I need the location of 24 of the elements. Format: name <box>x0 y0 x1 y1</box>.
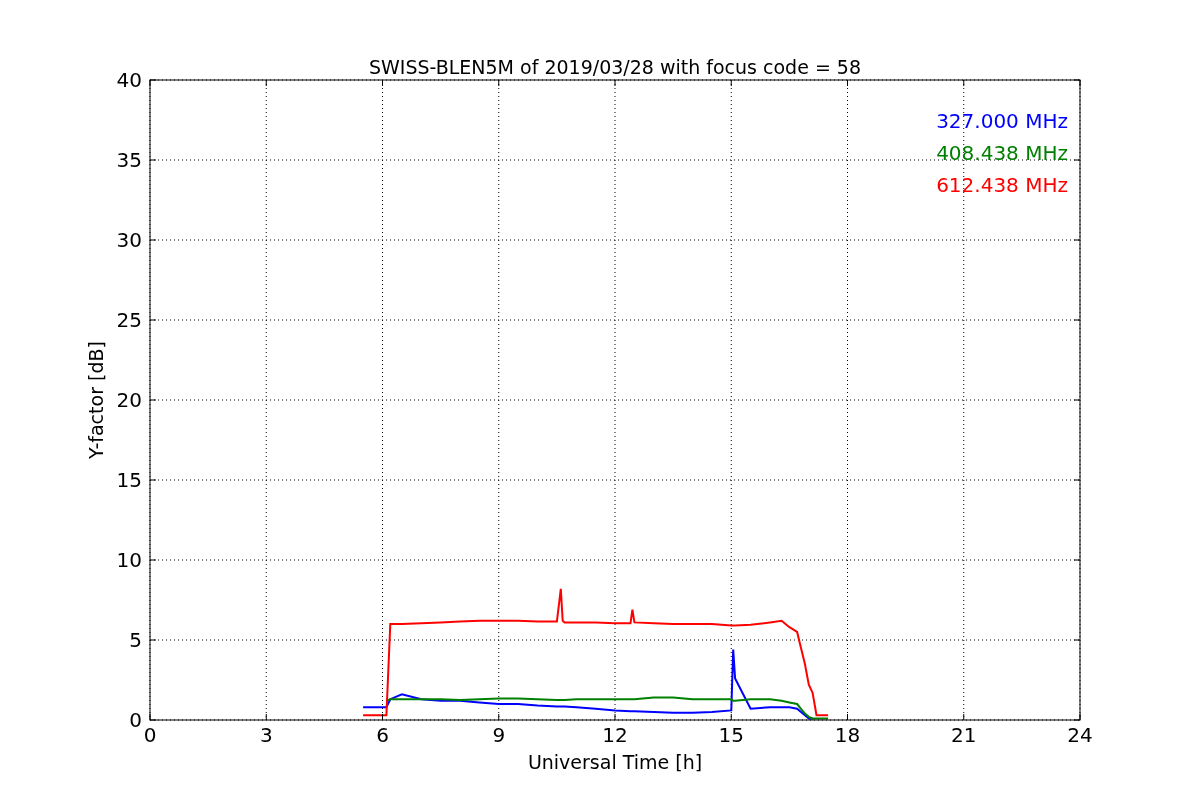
tick-label: 24 <box>1067 723 1093 747</box>
tick-label: 15 <box>718 723 744 747</box>
legend-label: 408.438 MHz <box>936 141 1068 165</box>
tick-label: 3 <box>259 723 273 747</box>
tick-label: 15 <box>116 468 142 492</box>
tick-label: 35 <box>116 148 142 172</box>
tick-label: 12 <box>602 723 628 747</box>
tick-label: 25 <box>116 308 142 332</box>
tick-label: 5 <box>129 628 142 652</box>
tick-label: 40 <box>116 68 142 92</box>
legend-label: 612.438 MHz <box>936 173 1068 197</box>
tick-label: 6 <box>376 723 389 747</box>
tick-label: 21 <box>951 723 977 747</box>
legend-label: 327.000 MHz <box>936 109 1068 133</box>
tick-label: 10 <box>116 548 142 572</box>
tick-label: 0 <box>129 708 142 732</box>
chart-title: SWISS-BLEN5M of 2019/03/28 with focus code = 58 <box>368 56 862 78</box>
tick-label: 9 <box>492 723 506 747</box>
axis-label: Y-factor [dB] <box>85 341 107 459</box>
tick-label: 0 <box>143 723 157 747</box>
axis-label: Universal Time [h] <box>527 751 703 773</box>
tick-label: 20 <box>116 388 142 412</box>
tick-label: 30 <box>116 228 142 252</box>
tick-label: 18 <box>834 723 861 747</box>
